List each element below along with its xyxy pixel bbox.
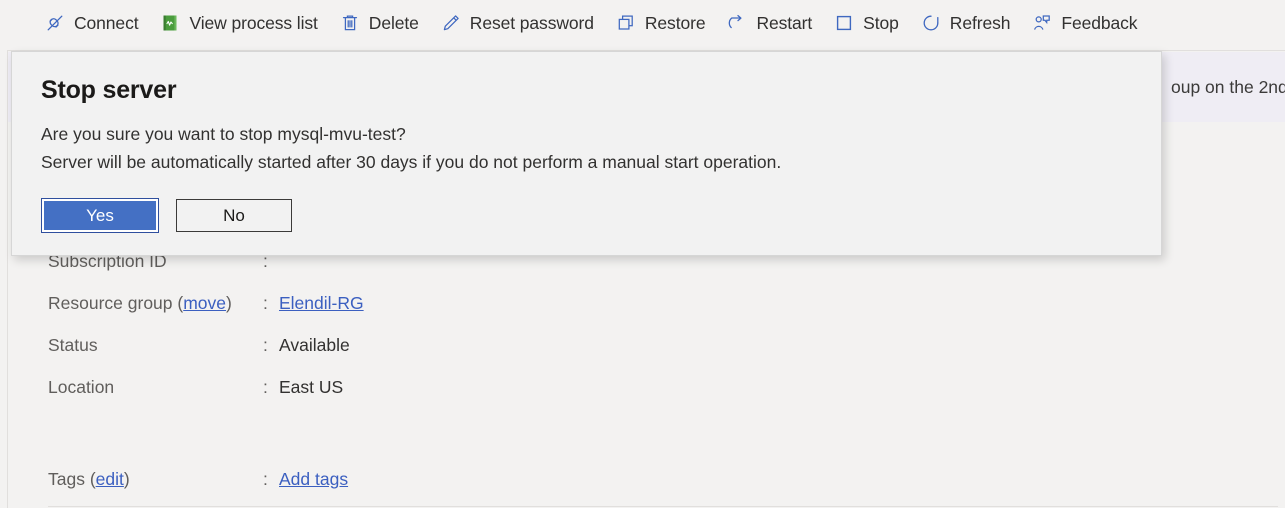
refresh-icon (921, 13, 941, 33)
feedback-label: Feedback (1061, 12, 1138, 33)
connect-button[interactable]: Connect (45, 7, 147, 39)
dialog-message-line-1: Are you sure you want to stop mysql-mvu-… (41, 124, 406, 144)
feedback-person-icon (1032, 13, 1052, 33)
reset-password-label: Reset password (469, 12, 594, 33)
dialog-actions: Yes No (41, 198, 292, 233)
resource-group-colon: : (263, 293, 268, 313)
no-button[interactable]: No (176, 199, 292, 232)
reset-password-button[interactable]: Reset password (441, 7, 603, 39)
dialog-title: Stop server (41, 76, 177, 104)
restart-label: Restart (756, 12, 813, 33)
refresh-label: Refresh (949, 12, 1011, 33)
add-tags-link[interactable]: Add tags (279, 469, 348, 490)
properties-list: Subscription ID : Resource group (move) … (48, 251, 1148, 419)
notification-banner-text: oup on the 2nd (1171, 77, 1285, 97)
feedback-button[interactable]: Feedback (1032, 7, 1146, 39)
command-bar: Connect View process list Delete Reset p… (0, 0, 1285, 46)
tags-label-pre: Tags ( (48, 469, 96, 489)
location-label: Location (48, 377, 115, 397)
process-list-icon (160, 13, 180, 33)
delete-button[interactable]: Delete (340, 7, 428, 39)
restore-icon (616, 13, 636, 33)
location-colon: : (263, 377, 268, 397)
trash-icon (340, 13, 360, 33)
resource-group-value-link[interactable]: Elendil-RG (279, 293, 364, 314)
yes-button[interactable]: Yes (41, 198, 159, 233)
dialog-body: Are you sure you want to stop mysql-mvu-… (41, 120, 1131, 176)
property-row-tags: Tags (edit) : Add tags (48, 469, 1148, 490)
tags-divider (48, 506, 1278, 507)
resource-group-label: Resource group (move) (48, 293, 263, 314)
dialog-message-line-2: Server will be automatically started aft… (41, 152, 782, 172)
restart-icon (727, 13, 747, 33)
status-value: Available (279, 335, 350, 355)
stop-button[interactable]: Stop (834, 7, 908, 39)
move-link[interactable]: move (183, 293, 226, 313)
property-row-status: Status : Available (48, 335, 1148, 377)
stop-square-icon (834, 13, 854, 33)
location-value: East US (279, 377, 344, 397)
tags-colon: : (263, 469, 268, 489)
tags-label-post: ) (123, 469, 130, 489)
property-row-location: Location : East US (48, 377, 1148, 419)
restart-button[interactable]: Restart (727, 7, 821, 39)
view-process-list-button[interactable]: View process list (160, 7, 326, 39)
restore-label: Restore (644, 12, 706, 33)
property-row-resource-group: Resource group (move) : Elendil-RG (48, 293, 1148, 335)
status-colon: : (263, 335, 268, 355)
pencil-icon (441, 13, 461, 33)
delete-label: Delete (368, 12, 419, 33)
view-process-list-label: View process list (189, 12, 318, 33)
connect-label: Connect (74, 12, 139, 33)
restore-button[interactable]: Restore (616, 7, 715, 39)
resource-group-label-pre: Resource group ( (48, 293, 184, 313)
refresh-button[interactable]: Refresh (921, 7, 1020, 39)
resource-group-label-post: ) (226, 293, 232, 313)
edit-tags-link[interactable]: edit (96, 469, 124, 489)
stop-label: Stop (863, 12, 899, 33)
property-row-subscription-id: Subscription ID : (48, 251, 1148, 293)
stop-server-dialog: Stop server Are you sure you want to sto… (11, 51, 1162, 256)
plug-icon (45, 13, 65, 33)
status-label: Status (48, 335, 98, 355)
tags-label: Tags (edit) (48, 469, 263, 490)
